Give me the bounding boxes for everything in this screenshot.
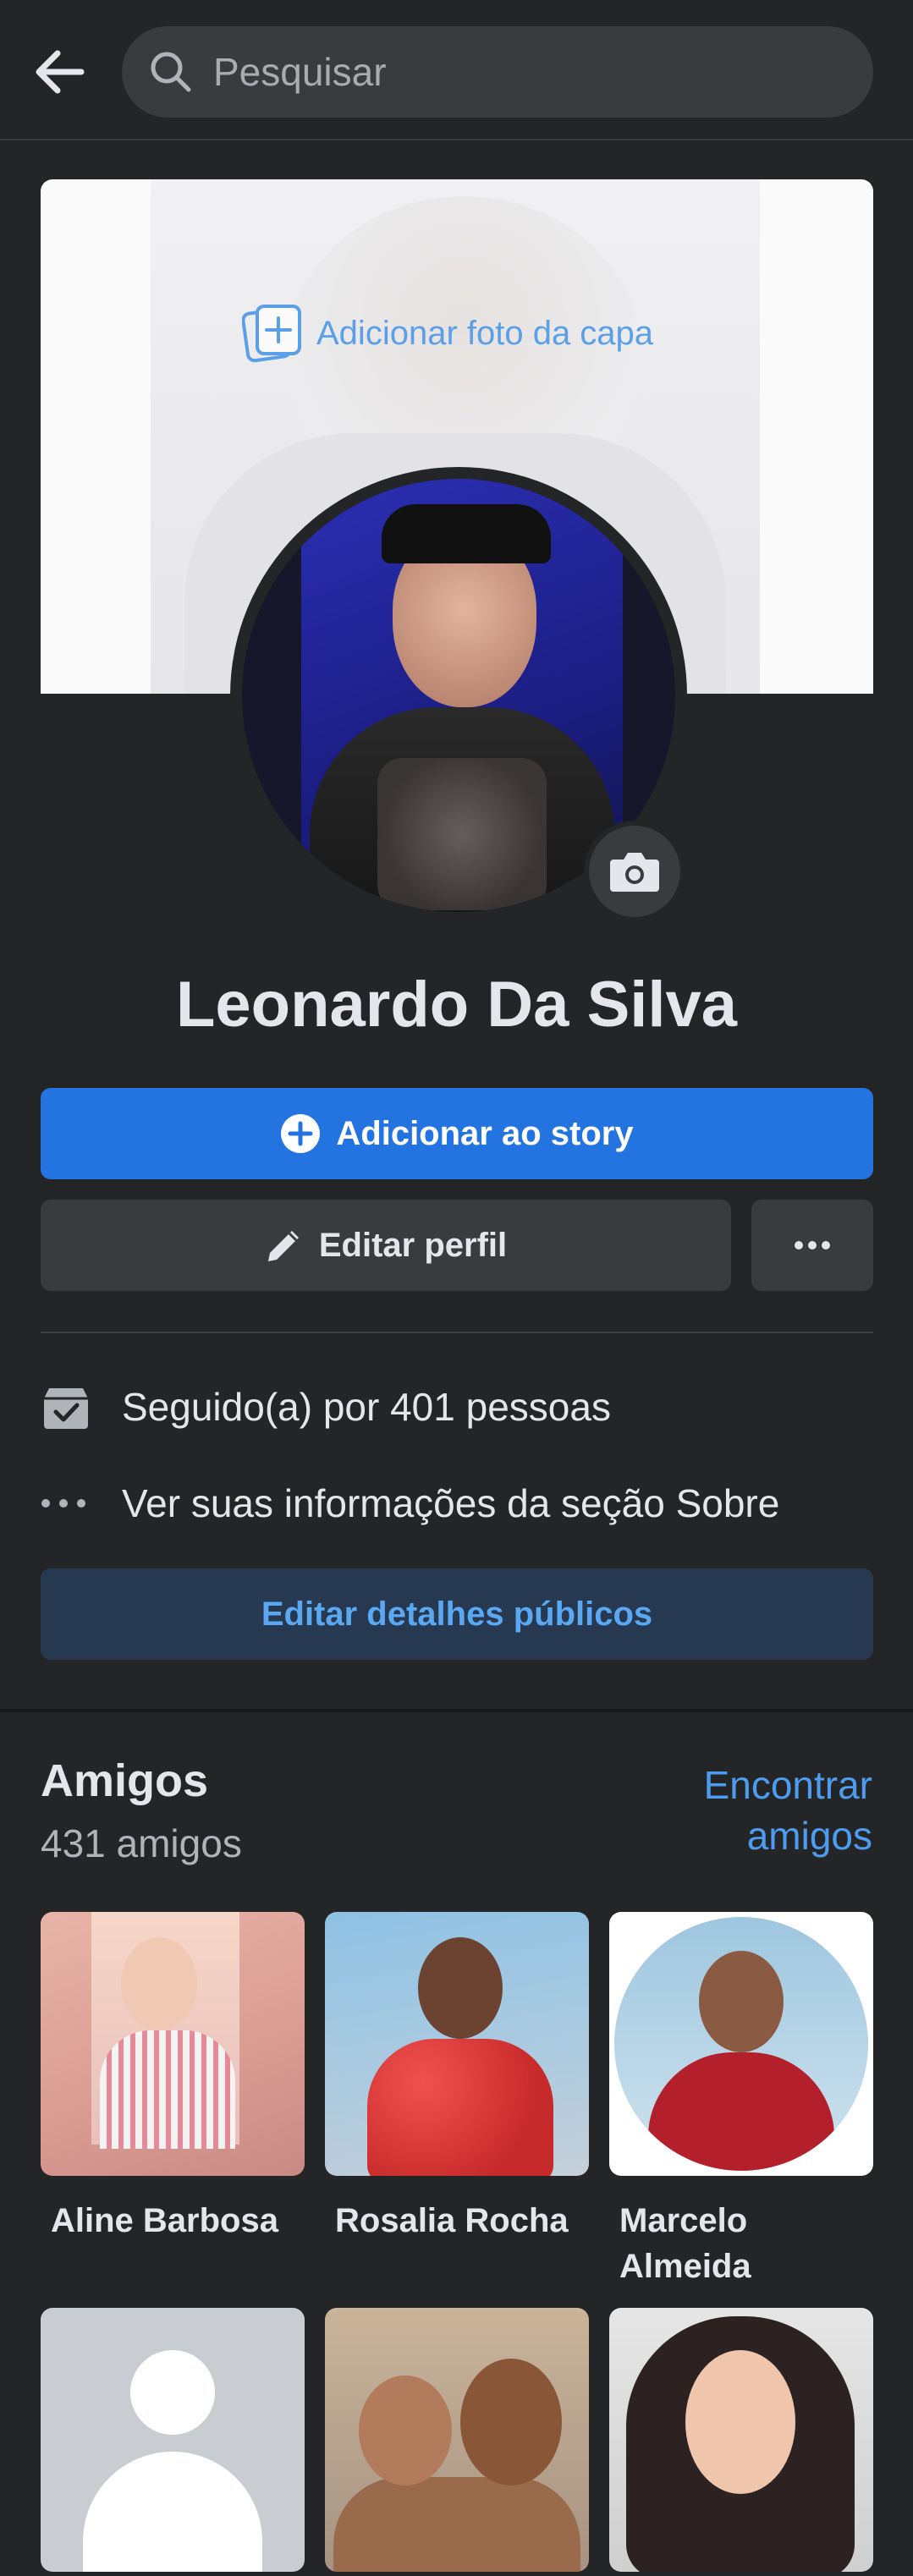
- divider: [41, 1332, 873, 1333]
- friend-name[interactable]: Aline Barbosa: [41, 2198, 305, 2244]
- add-to-story-button[interactable]: Adicionar ao story: [41, 1088, 873, 1179]
- friend-card[interactable]: Aline Barbosa: [41, 1912, 305, 2244]
- plus-circle-icon: [281, 1114, 321, 1153]
- about-info-row[interactable]: Ver suas informações da seção Sobre: [41, 1474, 873, 1533]
- find-friends-link[interactable]: Encontrar amigos: [652, 1760, 872, 1861]
- edit-profile-label: Editar perfil: [318, 1226, 508, 1264]
- friend-card[interactable]: [325, 2308, 589, 2572]
- edit-profile-button[interactable]: Editar perfil: [41, 1200, 731, 1291]
- followers-icon: [44, 1388, 88, 1429]
- add-cover-photo-label: Adicionar foto da capa: [316, 314, 654, 352]
- more-dots-icon: [795, 1241, 830, 1250]
- add-photo-icon: [242, 305, 301, 363]
- followers-row: Seguido(a) por 401 pessoas: [41, 1377, 873, 1436]
- friend-card[interactable]: [41, 2308, 305, 2572]
- friends-count: 431 amigos: [41, 1821, 242, 1865]
- pencil-icon: [267, 1231, 299, 1261]
- friend-photo[interactable]: [325, 1912, 589, 2176]
- friend-card[interactable]: [609, 2308, 873, 2572]
- camera-icon: [610, 853, 659, 892]
- friend-card[interactable]: Marcelo Almeida: [609, 1912, 873, 2289]
- followers-text: Seguido(a) por 401 pessoas: [122, 1385, 611, 1429]
- arrow-left-icon: [36, 50, 85, 94]
- more-options-button[interactable]: [751, 1200, 873, 1291]
- add-to-story-label: Adicionar ao story: [336, 1114, 634, 1152]
- find-friends-line2: amigos: [746, 1814, 872, 1858]
- friend-photo[interactable]: [41, 1912, 305, 2176]
- find-friends-line1: Encontrar: [703, 1763, 872, 1807]
- search-input[interactable]: [213, 26, 839, 118]
- edit-public-details-label: Editar detalhes públicos: [261, 1595, 653, 1633]
- add-cover-photo-button[interactable]: Adicionar foto da capa: [242, 303, 653, 364]
- friend-photo-placeholder[interactable]: [41, 2308, 305, 2572]
- friend-photo[interactable]: [609, 2308, 873, 2572]
- profile-name: Leonardo Da Silva: [175, 969, 738, 1041]
- ellipsis-icon: [41, 1499, 85, 1508]
- friend-photo[interactable]: [609, 1912, 873, 2176]
- friend-name[interactable]: Rosalia Rocha: [325, 2198, 589, 2244]
- back-button[interactable]: [25, 38, 93, 106]
- friend-name[interactable]: Marcelo Almeida: [609, 2198, 873, 2289]
- section-separator: [0, 1709, 913, 1712]
- search-bar[interactable]: [122, 26, 873, 118]
- search-icon: [151, 52, 191, 92]
- friend-photo[interactable]: [325, 2308, 589, 2572]
- change-profile-picture-button[interactable]: [584, 821, 685, 922]
- friend-card[interactable]: Rosalia Rocha: [325, 1912, 589, 2244]
- about-info-text: Ver suas informações da seção Sobre: [122, 1481, 780, 1525]
- edit-public-details-button[interactable]: Editar detalhes públicos: [41, 1568, 873, 1660]
- friends-title: Amigos: [41, 1755, 209, 1806]
- top-bar: [0, 0, 913, 140]
